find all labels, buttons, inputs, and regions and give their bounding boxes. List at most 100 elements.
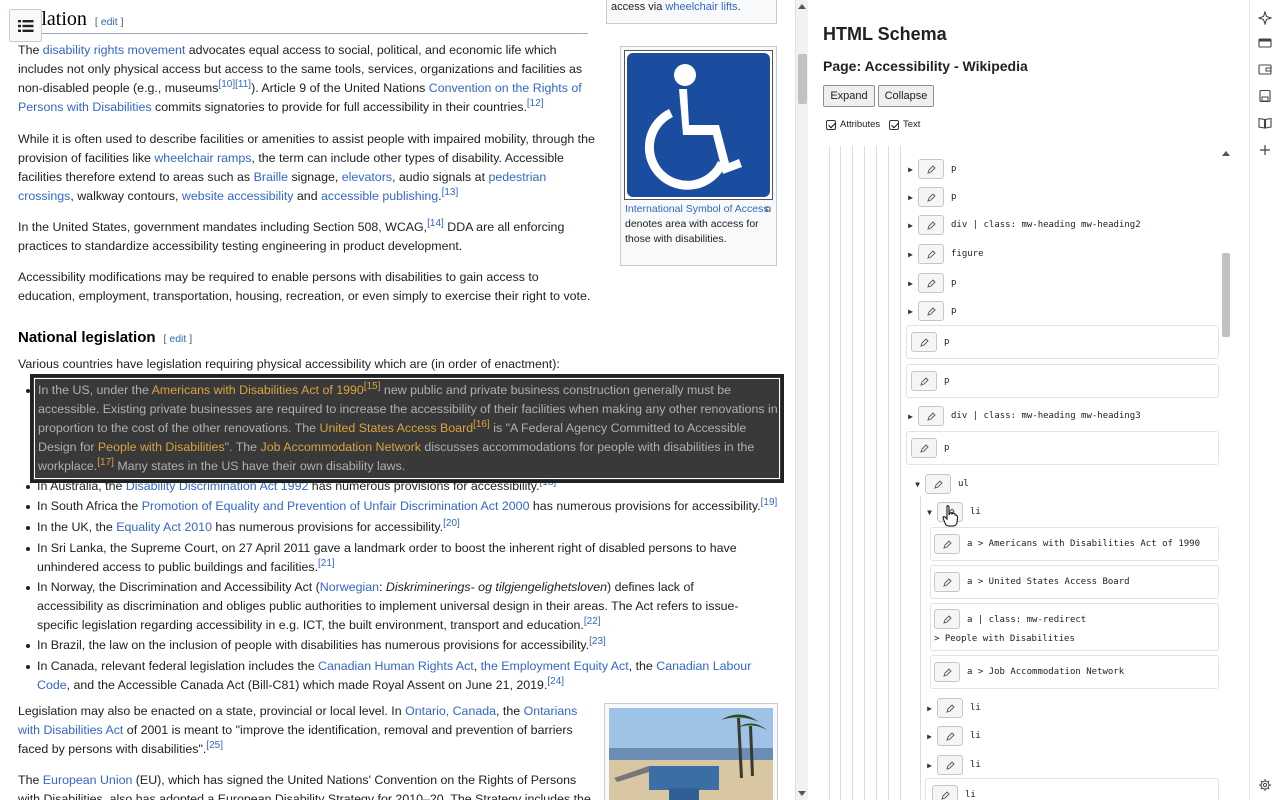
citation[interactable]: [25]	[206, 740, 223, 751]
tree-node-a[interactable]: a > Job Accommodation Network	[930, 655, 1219, 689]
edit-node-button[interactable]	[918, 301, 944, 321]
schema-tree-scrollbar[interactable]	[1220, 146, 1231, 800]
citation[interactable]: [13]	[442, 187, 459, 198]
edit-node-button[interactable]	[934, 572, 960, 592]
tree-node-figure[interactable]: ▶ figure	[906, 243, 984, 265]
tree-node-a[interactable]: a > United States Access Board	[930, 565, 1219, 599]
tree-node-p[interactable]: ▶ p	[906, 186, 956, 208]
edit-node-button[interactable]	[918, 273, 944, 293]
wallet-icon[interactable]	[1258, 62, 1272, 76]
video-icon[interactable]	[1258, 36, 1272, 50]
save-icon[interactable]	[1258, 89, 1272, 103]
toc-toggle-button[interactable]	[9, 9, 42, 42]
tree-node-div[interactable]: ▶ div | class: mw-heading mw-heading3	[906, 405, 1141, 427]
citation[interactable]: [12]	[527, 98, 544, 109]
article-content: access via wheelchair lifts. gislation[ …	[0, 0, 795, 800]
expand-button[interactable]: Expand	[823, 85, 875, 107]
scrollbar-thumb[interactable]	[798, 54, 807, 104]
text-checkbox[interactable]: Text	[889, 119, 920, 130]
checkbox-checked-icon[interactable]	[889, 119, 899, 130]
sparkle-icon[interactable]	[1258, 11, 1272, 25]
edit-node-button[interactable]	[934, 534, 960, 554]
tree-node-ul[interactable]: ▼ ul	[913, 473, 969, 495]
link[interactable]: Braille	[254, 170, 288, 184]
tree-node-div[interactable]: ▶ div | class: mw-heading mw-heading2	[906, 214, 1141, 236]
citation[interactable]: [17]	[97, 457, 114, 468]
link[interactable]: Equality Act 2010	[116, 520, 212, 534]
link[interactable]: website accessibility	[182, 189, 294, 203]
citation[interactable]: [22]	[584, 616, 601, 627]
edit-node-button[interactable]	[925, 474, 951, 494]
link[interactable]: elevators	[342, 170, 392, 184]
tree-node-a[interactable]: a | class: mw-redirect > People with Dis…	[930, 603, 1219, 651]
edit-node-button[interactable]	[918, 215, 944, 235]
link-americans-with-disabilities-act[interactable]: Americans with Disabilities Act of 1990	[152, 383, 364, 397]
link-people-with-disabilities[interactable]: People with Disabilities	[98, 440, 225, 454]
wheelchair-lifts-link[interactable]: wheelchair lifts	[665, 1, 737, 13]
edit-node-button[interactable]	[934, 609, 960, 629]
edit-node-button[interactable]	[937, 755, 963, 775]
link[interactable]: the Employment Equity Act	[481, 659, 629, 673]
citation[interactable]: [19]	[761, 497, 778, 508]
tree-node-li[interactable]: ▶ li	[925, 754, 981, 776]
tree-node-p[interactable]: p	[906, 325, 1219, 359]
tree-node-li[interactable]: ▶ li	[925, 725, 981, 747]
link[interactable]: Promotion of Equality and Prevention of …	[142, 499, 530, 513]
gear-icon[interactable]	[1258, 778, 1272, 792]
pencil-icon	[919, 376, 929, 386]
scroll-down-arrow-icon[interactable]	[798, 791, 806, 796]
citation[interactable]: [21]	[318, 558, 335, 569]
scroll-up-arrow-icon[interactable]	[798, 4, 806, 9]
edit-node-button[interactable]	[918, 244, 944, 264]
edit-link[interactable]: edit	[101, 16, 118, 28]
link[interactable]: wheelchair ramps	[154, 151, 251, 165]
expand-arrow-icon: ▶	[927, 760, 932, 770]
link[interactable]: Ontario, Canada	[405, 704, 496, 718]
citation[interactable]: [23]	[589, 636, 606, 647]
scroll-up-arrow-icon[interactable]	[1222, 151, 1230, 156]
scrollbar-thumb[interactable]	[1222, 253, 1230, 337]
citation[interactable]: [10][11]	[218, 79, 251, 90]
article-scrollbar[interactable]	[795, 0, 808, 800]
citation[interactable]: [24]	[547, 676, 564, 687]
edit-node-button[interactable]	[918, 406, 944, 426]
edit-node-button[interactable]	[911, 371, 937, 391]
isa-link[interactable]: International Symbol of Access	[625, 203, 769, 215]
tree-node-li[interactable]: li	[925, 778, 1219, 800]
book-icon[interactable]	[1258, 116, 1272, 130]
side-panel-rail	[1249, 0, 1280, 800]
edit-node-button[interactable]	[911, 438, 937, 458]
beach-access-photo[interactable]	[609, 708, 773, 800]
attributes-checkbox[interactable]: Attributes	[826, 119, 880, 130]
link[interactable]: Norwegian	[320, 580, 379, 594]
citation[interactable]: [14]	[427, 218, 444, 229]
tree-node-p[interactable]: ▶ p	[906, 272, 956, 294]
edit-node-button[interactable]	[932, 785, 958, 800]
link[interactable]: Canadian Human Rights Act	[318, 659, 474, 673]
tree-node-a[interactable]: a > Americans with Disabilities Act of 1…	[930, 527, 1219, 561]
collapse-button[interactable]: Collapse	[878, 85, 934, 107]
tree-node-p[interactable]: ▶ p	[906, 158, 956, 180]
edit-node-button[interactable]	[918, 187, 944, 207]
wheelchair-symbol-image[interactable]	[624, 50, 773, 200]
citation[interactable]: [16]	[473, 419, 490, 430]
edit-node-button[interactable]	[911, 332, 937, 352]
link[interactable]: disability rights movement	[43, 43, 186, 57]
tree-node-p[interactable]: ▶ p	[906, 300, 956, 322]
edit-node-button[interactable]	[937, 726, 963, 746]
link-job-accommodation-network[interactable]: Job Accommodation Network	[261, 440, 421, 454]
link[interactable]: accessible publishing	[321, 189, 438, 203]
edit-link[interactable]: edit	[169, 333, 186, 345]
checkbox-checked-icon[interactable]	[826, 119, 836, 130]
add-icon[interactable]	[1258, 143, 1272, 157]
tree-node-p[interactable]: p	[906, 364, 1219, 398]
tree-node-p[interactable]: p	[906, 431, 1219, 465]
tree-node-li[interactable]: ▶ li	[925, 697, 981, 719]
citation[interactable]: [15]	[364, 381, 381, 392]
citation[interactable]: [20]	[443, 518, 460, 529]
link[interactable]: European Union	[43, 773, 133, 787]
edit-node-button[interactable]	[934, 662, 960, 682]
edit-node-button[interactable]	[918, 159, 944, 179]
edit-node-button[interactable]	[937, 698, 963, 718]
link-united-states-access-board[interactable]: United States Access Board	[320, 421, 474, 435]
